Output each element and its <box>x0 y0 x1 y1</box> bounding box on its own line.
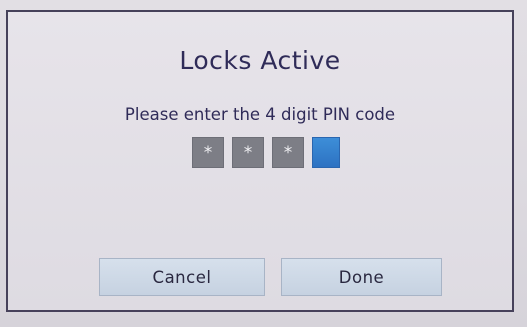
pin-digit-3[interactable]: * <box>272 137 304 168</box>
pin-prompt: Please enter the 4 digit PIN code <box>124 105 396 124</box>
pin-digit-2[interactable]: * <box>232 137 264 168</box>
pin-dialog: Locks Active Please enter the 4 digit PI… <box>6 10 514 312</box>
pin-entry[interactable]: * * * <box>192 137 340 169</box>
pin-digit-1[interactable]: * <box>192 137 224 168</box>
dialog-title: Locks Active <box>179 46 341 75</box>
done-button[interactable]: Done <box>281 258 442 296</box>
cancel-button[interactable]: Cancel <box>99 258 265 296</box>
pin-digit-4-active[interactable] <box>312 137 340 168</box>
tv-screen: Locks Active Please enter the 4 digit PI… <box>0 0 527 327</box>
